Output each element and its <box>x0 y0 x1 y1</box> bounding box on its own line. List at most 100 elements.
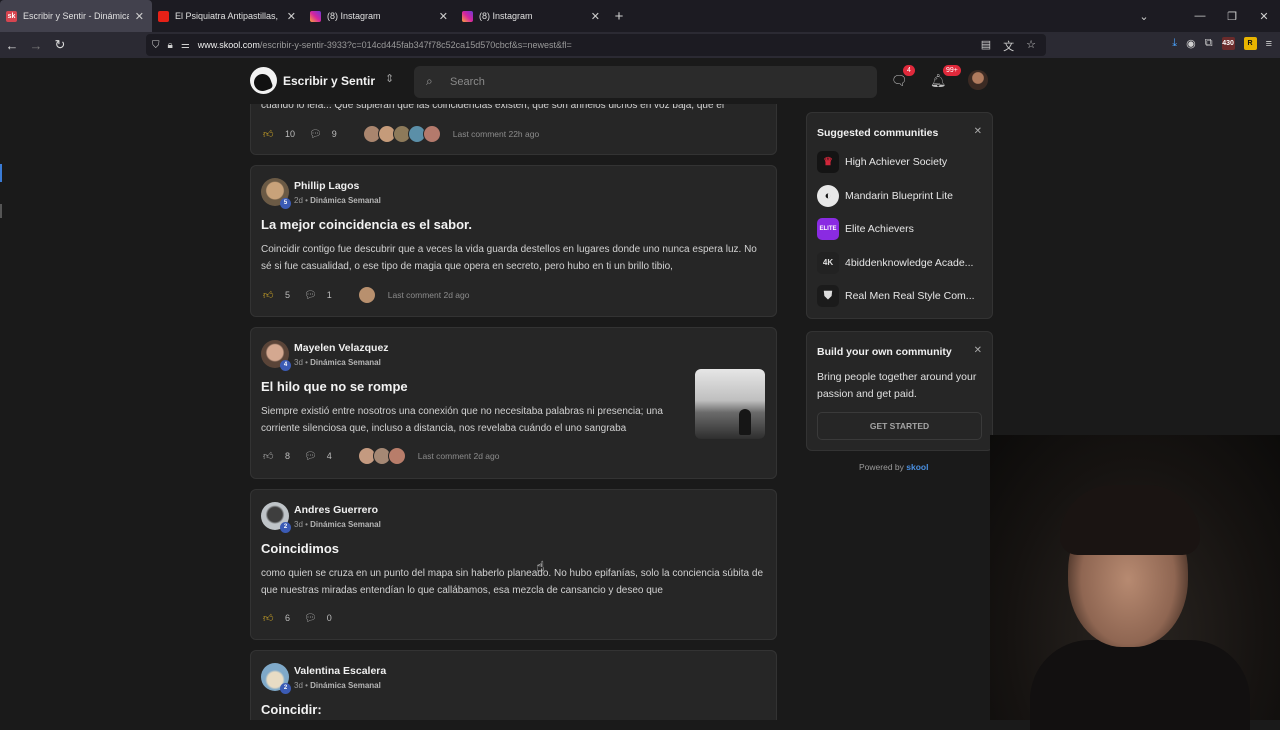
comment-icon[interactable]: 💬︎ <box>309 129 322 140</box>
menu-icon[interactable]: ≡ <box>1266 38 1272 50</box>
post-meta: 3d • Dinámica Semanal <box>294 358 381 367</box>
permissions-icon[interactable]: ⚌ <box>181 40 190 51</box>
community-switcher-icon[interactable]: ⇕ <box>385 72 394 85</box>
search-input[interactable] <box>450 66 860 98</box>
like-icon[interactable]: 👍︎ <box>263 450 275 462</box>
post-time: 3d <box>294 520 303 529</box>
crown-logo-icon: ♛ <box>817 151 839 173</box>
post-card[interactable]: 2 Valentina Escalera 3d • Dinámica Seman… <box>250 650 777 720</box>
community-item[interactable]: ⛊ Real Men Real Style Com... <box>817 285 975 307</box>
extension-clock-icon[interactable]: ◉ <box>1186 37 1196 50</box>
comment-icon[interactable]: 💬︎ <box>304 451 317 462</box>
community-label: Elite Achievers <box>845 223 914 235</box>
post-thumbnail[interactable] <box>695 369 765 439</box>
get-started-button[interactable]: GET STARTED <box>817 412 982 440</box>
like-count: 10 <box>285 129 296 139</box>
back-icon[interactable]: ← <box>0 38 24 53</box>
last-comment: Last comment 2d ago <box>387 290 470 300</box>
post-category[interactable]: Dinámica Semanal <box>310 358 381 367</box>
community-item[interactable]: ◐ Mandarin Blueprint Lite <box>817 185 953 207</box>
extension-r-icon[interactable]: R <box>1243 37 1257 50</box>
like-icon[interactable]: 👍︎ <box>263 128 275 140</box>
post-card[interactable]: 2 Andres Guerrero 3d • Dinámica Semanal … <box>250 489 777 640</box>
skool-logo[interactable]: skool <box>906 462 928 472</box>
restore-icon[interactable]: ❐ <box>1216 10 1248 23</box>
new-tab-icon[interactable]: + <box>608 8 630 25</box>
forward-icon[interactable]: → <box>24 38 48 53</box>
post-time: 3d <box>294 681 303 690</box>
tab-title: Escribir y Sentir - Dinámica Semanal <box>23 11 129 21</box>
post-card[interactable]: 4 Mayelen Velazquez 3d • Dinámica Semana… <box>250 327 777 479</box>
commenter-avatars <box>357 447 406 465</box>
webcam-overlay <box>990 435 1280 730</box>
community-item[interactable]: ELITE Elite Achievers <box>817 218 914 240</box>
skool-favicon-icon: sk <box>6 10 17 22</box>
extensions-puzzle-icon[interactable]: ⧉ <box>1205 37 1213 50</box>
post-author[interactable]: Mayelen Velazquez <box>294 342 389 354</box>
address-bar[interactable]: ⛉ 🔒︎ ⚌ www.skool.com/escribir-y-sentir-3… <box>146 34 1046 56</box>
chat-badge: 4 <box>903 65 915 76</box>
like-icon[interactable]: 👍︎ <box>263 612 275 624</box>
bookmark-star-icon[interactable]: ☆ <box>1026 38 1036 54</box>
post-category[interactable]: Dinámica Semanal <box>310 196 381 205</box>
tab-instagram-1[interactable]: (8) Instagram ✕ <box>304 0 456 32</box>
comment-icon[interactable]: 💬︎ <box>304 290 317 301</box>
community-item[interactable]: 4K 4biddenknowledge Acade... <box>817 252 973 274</box>
close-window-icon[interactable]: ✕ <box>1248 10 1280 23</box>
post-excerpt: como quien se cruza en un punto del mapa… <box>261 568 764 596</box>
close-tab-icon[interactable]: ✕ <box>135 10 144 23</box>
extension-badge-icon[interactable]: 430 <box>1221 37 1235 50</box>
shield-icon[interactable]: ⛉ <box>152 40 160 51</box>
post-author[interactable]: Andres Guerrero <box>294 504 378 516</box>
browser-nav-bar: ← → ↻ ⛉ 🔒︎ ⚌ www.skool.com/escribir-y-se… <box>0 32 1280 58</box>
post-title[interactable]: Coincidimos <box>261 541 339 556</box>
post-category[interactable]: Dinámica Semanal <box>310 681 381 690</box>
post-time: 3d <box>294 358 303 367</box>
post-title[interactable]: Coincidir: <box>261 702 322 717</box>
community-name[interactable]: Escribir y Sentir <box>283 74 375 88</box>
post-title[interactable]: La mejor coincidencia es el sabor. <box>261 217 472 232</box>
reload-icon[interactable]: ↻ <box>48 37 72 53</box>
post-footer: 👍︎ 5 💬︎ 1 Last comment 2d ago <box>263 286 470 304</box>
mouse-cursor-icon: ☝︎ <box>536 558 545 574</box>
close-icon[interactable]: ✕ <box>974 345 982 356</box>
minimize-icon[interactable]: — <box>1184 10 1216 22</box>
community-item[interactable]: ♛ High Achiever Society <box>817 151 947 173</box>
level-badge: 5 <box>280 198 291 209</box>
avatar <box>387 447 406 465</box>
reader-view-icon[interactable]: ▤ <box>981 38 991 54</box>
notifications-badge: 99+ <box>943 65 961 76</box>
post-category[interactable]: Dinámica Semanal <box>310 520 381 529</box>
lock-icon[interactable]: 🔒︎ <box>168 40 173 51</box>
level-badge: 4 <box>280 360 291 371</box>
close-tab-icon[interactable]: ✕ <box>591 10 600 23</box>
search-icon: ⌕ <box>426 74 433 88</box>
powered-by-text: Powered by <box>859 462 904 472</box>
comment-count: 1 <box>326 290 332 300</box>
comment-icon[interactable]: 💬︎ <box>304 613 317 624</box>
download-icon[interactable]: ⤓ <box>1172 37 1177 50</box>
post-title[interactable]: El hilo que no se rompe <box>261 379 408 394</box>
post-author[interactable]: Phillip Lagos <box>294 180 359 192</box>
tab-youtube[interactable]: El Psiquiatra Antipastillas, Dr. M ✕ <box>152 0 304 32</box>
community-logo[interactable] <box>250 67 277 94</box>
post-meta: 3d • Dinámica Semanal <box>294 681 381 690</box>
translate-icon[interactable]: 文 <box>1003 38 1014 54</box>
community-label: 4biddenknowledge Acade... <box>845 257 974 269</box>
like-count: 5 <box>285 290 291 300</box>
search-box[interactable]: ⌕ <box>414 66 877 98</box>
tab-instagram-2[interactable]: (8) Instagram ✕ <box>456 0 608 32</box>
close-icon[interactable]: ✕ <box>974 126 982 137</box>
bell-icon[interactable]: 🔔︎ <box>930 73 947 89</box>
comment-count: 4 <box>326 451 332 461</box>
tab-skool[interactable]: sk Escribir y Sentir - Dinámica Semanal … <box>0 0 152 32</box>
close-tab-icon[interactable]: ✕ <box>439 10 448 23</box>
rmrs-logo-icon: ⛊ <box>817 285 839 307</box>
like-icon[interactable]: 👍︎ <box>263 289 275 301</box>
post-card[interactable]: 5 Phillip Lagos 2d • Dinámica Semanal La… <box>250 165 777 317</box>
close-tab-icon[interactable]: ✕ <box>287 10 296 23</box>
community-label: Real Men Real Style Com... <box>845 290 975 302</box>
user-avatar[interactable] <box>968 70 988 90</box>
list-all-tabs-icon[interactable]: ⌄ <box>1128 10 1160 23</box>
post-author[interactable]: Valentina Escalera <box>294 665 386 677</box>
